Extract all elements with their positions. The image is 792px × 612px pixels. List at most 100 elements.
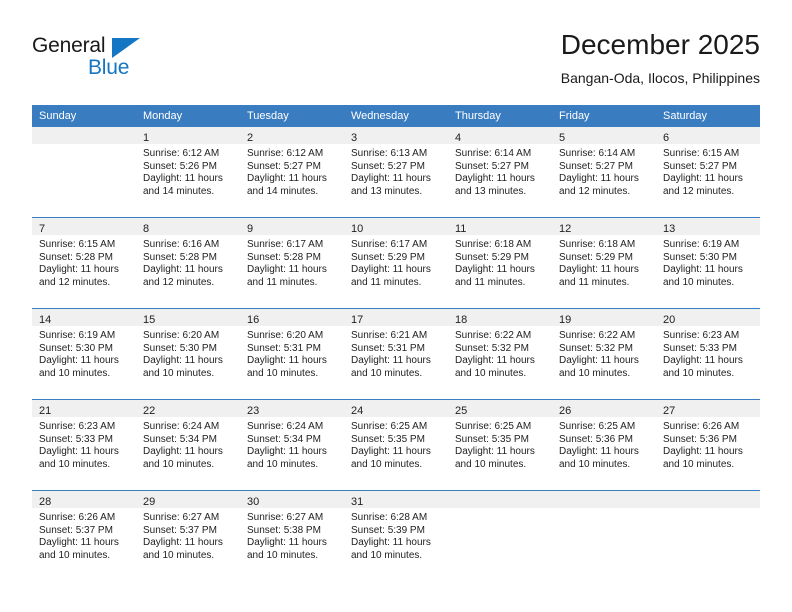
day-cell-inner: 21 Sunrise: 6:23 AM Sunset: 5:33 PM Dayligh… <box>32 400 136 490</box>
calendar-day-cell[interactable]: 5 Sunrise: 6:14 AM Sunset: 5:27 PM Daylight… <box>552 127 656 218</box>
calendar-body: 1 Sunrise: 6:12 AM Sunset: 5:26 PM Daylight… <box>32 127 760 581</box>
calendar-day-cell[interactable]: 18 Sunrise: 6:22 AM Sunset: 5:32 PM Dayligh… <box>448 308 552 400</box>
calendar-day-cell[interactable]: 10 Sunrise: 6:17 AM Sunset: 5:29 PM Dayligh… <box>344 217 448 309</box>
calendar-table: Sunday Monday Tuesday Wednesday Thursday… <box>32 105 760 581</box>
daylight-text: Daylight: 11 hours and 10 minutes. <box>351 355 431 379</box>
calendar-day-cell[interactable]: 16 Sunrise: 6:20 AM Sunset: 5:31 PM Dayligh… <box>240 308 344 400</box>
calendar-day-cell[interactable]: 23 Sunrise: 6:24 AM Sunset: 5:34 PM Dayligh… <box>240 399 344 491</box>
day-sun-info: Sunrise: 6:18 AM Sunset: 5:29 PM Daylight:… <box>552 235 656 289</box>
day-number: 18 <box>455 314 468 326</box>
calendar-day-cell[interactable]: 8 Sunrise: 6:16 AM Sunset: 5:28 PM Daylight… <box>136 217 240 309</box>
daylight-text: Daylight: 11 hours and 11 minutes. <box>247 264 327 288</box>
sunset-text: Sunset: 5:34 PM <box>247 433 321 445</box>
calendar-day-cell-empty <box>32 127 136 218</box>
calendar-day-cell[interactable]: 31 Sunrise: 6:28 AM Sunset: 5:39 PM Dayligh… <box>344 490 448 581</box>
day-number: 22 <box>143 405 156 417</box>
calendar-day-cell[interactable]: 4 Sunrise: 6:14 AM Sunset: 5:27 PM Daylight… <box>448 127 552 218</box>
sunrise-text: Sunrise: 6:20 AM <box>143 330 220 341</box>
general-blue-logo[interactable]: General Blue <box>32 34 162 84</box>
calendar-day-cell[interactable]: 19 Sunrise: 6:22 AM Sunset: 5:32 PM Dayligh… <box>552 308 656 400</box>
sunset-text: Sunset: 5:29 PM <box>559 251 633 263</box>
day-number-band: 15 <box>136 309 240 326</box>
daylight-text: Daylight: 11 hours and 10 minutes. <box>247 537 327 561</box>
sunset-text: Sunset: 5:36 PM <box>559 433 633 445</box>
day-cell-inner: 30 Sunrise: 6:27 AM Sunset: 5:38 PM Dayligh… <box>240 491 344 581</box>
calendar-day-cell[interactable]: 29 Sunrise: 6:27 AM Sunset: 5:37 PM Dayligh… <box>136 490 240 581</box>
calendar-day-cell[interactable]: 12 Sunrise: 6:18 AM Sunset: 5:29 PM Dayligh… <box>552 217 656 309</box>
daylight-text: Daylight: 11 hours and 11 minutes. <box>351 264 431 288</box>
day-number-band: 25 <box>448 400 552 417</box>
calendar-day-cell[interactable]: 11 Sunrise: 6:18 AM Sunset: 5:29 PM Dayligh… <box>448 217 552 309</box>
sunrise-text: Sunrise: 6:18 AM <box>559 239 636 250</box>
day-number: 12 <box>559 223 572 235</box>
day-cell-inner <box>32 127 136 217</box>
calendar-day-cell[interactable]: 21 Sunrise: 6:23 AM Sunset: 5:33 PM Dayligh… <box>32 399 136 491</box>
day-cell-inner: 20 Sunrise: 6:23 AM Sunset: 5:33 PM Dayligh… <box>656 309 760 399</box>
calendar-week-row: 21 Sunrise: 6:23 AM Sunset: 5:33 PM Dayligh… <box>32 399 760 491</box>
sunrise-text: Sunrise: 6:20 AM <box>247 330 324 341</box>
sunrise-text: Sunrise: 6:19 AM <box>663 239 740 250</box>
calendar-day-cell[interactable]: 6 Sunrise: 6:15 AM Sunset: 5:27 PM Daylight… <box>656 127 760 218</box>
day-number: 1 <box>143 132 150 144</box>
sunrise-text: Sunrise: 6:23 AM <box>39 421 116 432</box>
calendar-week-row: 28 Sunrise: 6:26 AM Sunset: 5:37 PM Dayligh… <box>32 490 760 581</box>
calendar-day-cell[interactable]: 27 Sunrise: 6:26 AM Sunset: 5:36 PM Dayligh… <box>656 399 760 491</box>
calendar-day-cell[interactable]: 26 Sunrise: 6:25 AM Sunset: 5:36 PM Dayligh… <box>552 399 656 491</box>
day-cell-inner: 5 Sunrise: 6:14 AM Sunset: 5:27 PM Daylight… <box>552 127 656 217</box>
sunset-text: Sunset: 5:33 PM <box>663 342 737 354</box>
daylight-text: Daylight: 11 hours and 10 minutes. <box>143 355 223 379</box>
day-cell-inner: 7 Sunrise: 6:15 AM Sunset: 5:28 PM Daylight… <box>32 218 136 308</box>
daylight-text: Daylight: 11 hours and 11 minutes. <box>455 264 535 288</box>
weekday-header-tuesday: Tuesday <box>247 110 289 122</box>
sunset-text: Sunset: 5:28 PM <box>247 251 321 263</box>
calendar-day-cell[interactable]: 1 Sunrise: 6:12 AM Sunset: 5:26 PM Daylight… <box>136 127 240 218</box>
sunrise-text: Sunrise: 6:17 AM <box>351 239 428 250</box>
calendar-day-cell[interactable]: 24 Sunrise: 6:25 AM Sunset: 5:35 PM Dayligh… <box>344 399 448 491</box>
day-cell-inner: 15 Sunrise: 6:20 AM Sunset: 5:30 PM Dayligh… <box>136 309 240 399</box>
weekday-header-saturday: Saturday <box>663 110 708 122</box>
day-number-band <box>448 491 552 508</box>
day-sun-info: Sunrise: 6:19 AM Sunset: 5:30 PM Daylight:… <box>32 326 136 380</box>
calendar-day-cell[interactable]: 15 Sunrise: 6:20 AM Sunset: 5:30 PM Dayligh… <box>136 308 240 400</box>
day-sun-info: Sunrise: 6:12 AM Sunset: 5:26 PM Daylight:… <box>136 144 240 198</box>
weekday-header-monday: Monday <box>143 110 183 122</box>
day-number: 14 <box>39 314 52 326</box>
calendar-day-cell[interactable]: 9 Sunrise: 6:17 AM Sunset: 5:28 PM Daylight… <box>240 217 344 309</box>
day-number: 23 <box>247 405 260 417</box>
calendar-day-cell[interactable]: 20 Sunrise: 6:23 AM Sunset: 5:33 PM Dayligh… <box>656 308 760 400</box>
calendar-day-cell[interactable]: 30 Sunrise: 6:27 AM Sunset: 5:38 PM Dayligh… <box>240 490 344 581</box>
day-number: 24 <box>351 405 364 417</box>
calendar-day-cell[interactable]: 2 Sunrise: 6:12 AM Sunset: 5:27 PM Daylight… <box>240 127 344 218</box>
calendar-day-cell[interactable]: 14 Sunrise: 6:19 AM Sunset: 5:30 PM Dayligh… <box>32 308 136 400</box>
day-number-band: 14 <box>32 309 136 326</box>
day-cell-inner: 25 Sunrise: 6:25 AM Sunset: 5:35 PM Dayligh… <box>448 400 552 490</box>
day-sun-info: Sunrise: 6:12 AM Sunset: 5:27 PM Daylight:… <box>240 144 344 198</box>
day-number-band: 12 <box>552 218 656 235</box>
sunrise-text: Sunrise: 6:27 AM <box>247 512 324 523</box>
day-cell-inner: 14 Sunrise: 6:19 AM Sunset: 5:30 PM Dayligh… <box>32 309 136 399</box>
calendar-day-cell[interactable]: 28 Sunrise: 6:26 AM Sunset: 5:37 PM Dayligh… <box>32 490 136 581</box>
day-sun-info: Sunrise: 6:23 AM Sunset: 5:33 PM Daylight:… <box>656 326 760 380</box>
daylight-text: Daylight: 11 hours and 14 minutes. <box>247 173 327 197</box>
day-number-band: 2 <box>240 127 344 144</box>
day-number-band: 4 <box>448 127 552 144</box>
day-cell-inner: 16 Sunrise: 6:20 AM Sunset: 5:31 PM Dayligh… <box>240 309 344 399</box>
day-sun-info: Sunrise: 6:22 AM Sunset: 5:32 PM Daylight:… <box>552 326 656 380</box>
day-sun-info: Sunrise: 6:18 AM Sunset: 5:29 PM Daylight:… <box>448 235 552 289</box>
day-sun-info: Sunrise: 6:22 AM Sunset: 5:32 PM Daylight:… <box>448 326 552 380</box>
day-number-band: 21 <box>32 400 136 417</box>
daylight-text: Daylight: 11 hours and 10 minutes. <box>663 355 743 379</box>
page-header: General Blue December 2025 Bangan-Oda, I… <box>32 28 760 94</box>
calendar-day-cell[interactable]: 17 Sunrise: 6:21 AM Sunset: 5:31 PM Dayligh… <box>344 308 448 400</box>
day-number: 26 <box>559 405 572 417</box>
day-number-band: 22 <box>136 400 240 417</box>
day-number-band: 6 <box>656 127 760 144</box>
calendar-day-cell[interactable]: 25 Sunrise: 6:25 AM Sunset: 5:35 PM Dayligh… <box>448 399 552 491</box>
day-number: 17 <box>351 314 364 326</box>
calendar-day-cell[interactable]: 22 Sunrise: 6:24 AM Sunset: 5:34 PM Dayligh… <box>136 399 240 491</box>
calendar-day-cell[interactable]: 7 Sunrise: 6:15 AM Sunset: 5:28 PM Daylight… <box>32 217 136 309</box>
calendar-day-cell[interactable]: 3 Sunrise: 6:13 AM Sunset: 5:27 PM Daylight… <box>344 127 448 218</box>
day-number: 28 <box>39 496 52 508</box>
calendar-day-cell[interactable]: 13 Sunrise: 6:19 AM Sunset: 5:30 PM Dayligh… <box>656 217 760 309</box>
sunset-text: Sunset: 5:33 PM <box>39 433 113 445</box>
